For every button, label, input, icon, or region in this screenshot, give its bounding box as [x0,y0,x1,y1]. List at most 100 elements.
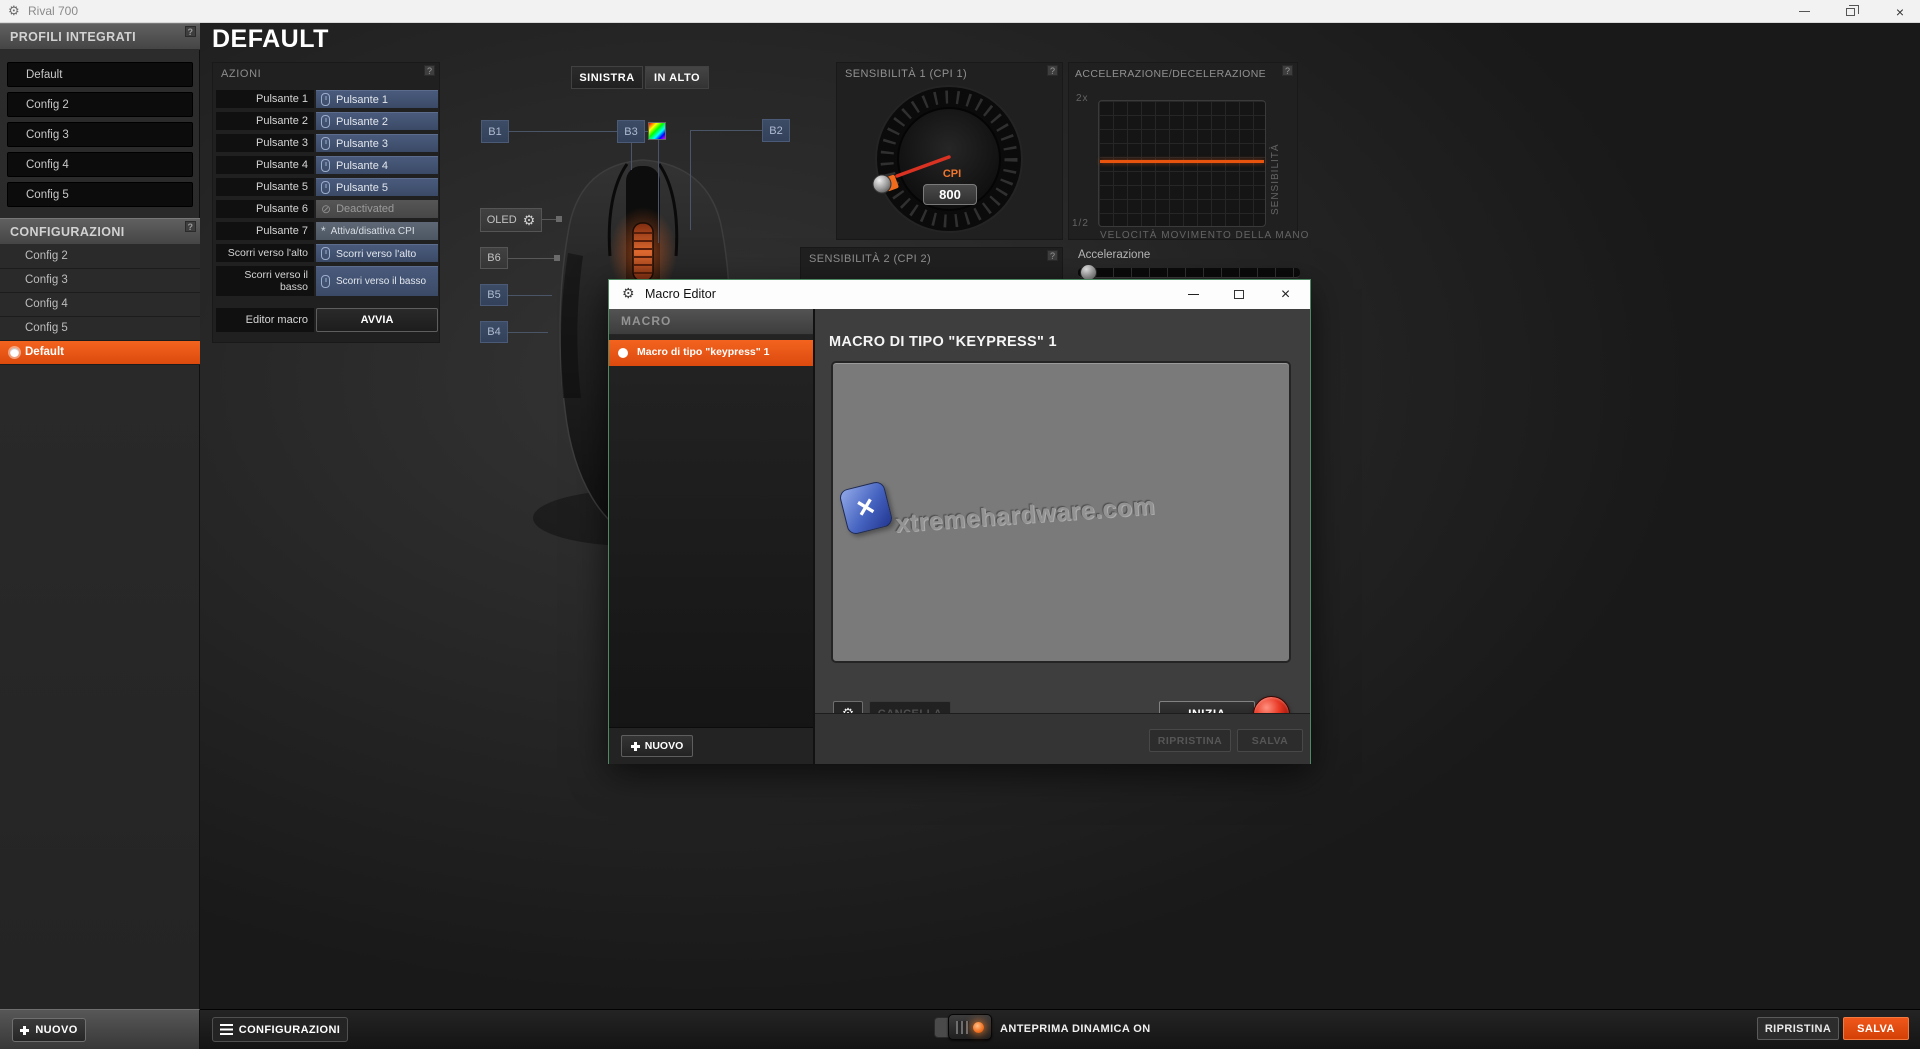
close-icon: × [1896,4,1904,20]
profiles-header: PROFILI INTEGRATI ? [0,23,200,50]
action-binding[interactable]: Pulsante 4 [316,156,438,174]
action-binding[interactable]: Pulsante 2 [316,112,438,130]
profile-item-config4[interactable]: Config 4 [7,152,193,177]
page-title: DEFAULT [212,25,329,54]
dialog-minimize-button[interactable] [1171,280,1216,309]
macro-list-item-selected[interactable]: Macro di tipo "keypress" 1 [609,340,813,366]
action-binding[interactable]: Pulsante 1 [316,90,438,108]
button-label-b3[interactable]: B3 [617,120,645,143]
config-item-config5[interactable]: Config 5 [0,317,200,341]
selected-config-label: Default [25,346,64,358]
config-item-default-selected[interactable]: Default [0,341,200,365]
watermark-text: xtremehardware.com [894,492,1156,539]
help-icon[interactable]: ? [1282,65,1293,76]
new-macro-button[interactable]: NUOVO [621,735,693,757]
profile-item-config5[interactable]: Config 5 [7,182,193,207]
action-binding[interactable]: Pulsante 3 [316,134,438,152]
macro-editor-heading: MACRO DI TIPO "KEYPRESS" 1 [829,334,1057,350]
connector-line [508,295,552,296]
close-button[interactable]: × [1880,0,1920,23]
new-profile-label: NUOVO [35,1024,77,1036]
profile-item-default[interactable]: Default [7,62,193,87]
gear-icon[interactable]: ⚙ [523,212,536,229]
help-icon[interactable]: ? [1047,250,1058,261]
grip-icon [956,1021,969,1034]
button-label-b4[interactable]: B4 [480,321,508,343]
help-icon[interactable]: ? [1047,65,1058,76]
acceleration-slider-label: Accelerazione [1078,249,1150,261]
y-axis-label: SENSIBILITÀ [1270,115,1281,215]
config-item-config4[interactable]: Config 4 [0,293,200,317]
sidebar: PROFILI INTEGRATI ? Default Config 2 Con… [0,23,200,1009]
tab-sinistra[interactable]: SINISTRA [571,66,643,89]
macro-content-area[interactable]: × xtremehardware.com [831,361,1291,663]
button-label-b2[interactable]: B2 [762,119,790,142]
actions-panel-title: AZIONI [221,68,261,80]
minimize-icon [1799,11,1810,12]
action-binding[interactable]: Scorri verso l'alto [316,244,438,262]
sensitivity2-title: SENSIBILITÀ 2 (CPI 2) [809,253,931,265]
dialog-save-button[interactable]: SALVA [1237,729,1303,752]
acceleration-title: ACCELERAZIONE/DECELERAZIONE [1075,68,1266,80]
configurations-button[interactable]: CONFIGURAZIONI [212,1017,348,1042]
acceleration-slider[interactable] [1078,268,1300,278]
cpi-value[interactable]: 800 [923,184,977,205]
profile-item-config2[interactable]: Config 2 [7,92,193,117]
tab-in-alto[interactable]: IN ALTO [645,66,709,89]
profile-item-config3[interactable]: Config 3 [7,122,193,147]
acceleration-graph[interactable] [1098,100,1266,227]
mouse-icon [321,181,330,194]
action-binding[interactable]: Pulsante 5 [316,178,438,196]
watermark-logo-icon: × [838,480,894,536]
app-window: ⚙ Rival 700 × PROFILI INTEGRATI ? Defaul… [0,0,1920,1049]
action-binding[interactable]: Scorri verso il basso [316,266,438,296]
dialog-close-button[interactable]: × [1261,280,1310,309]
action-label: Scorri verso l'alto [216,244,314,262]
action-binding-cpi-toggle[interactable]: *Attiva/disattiva CPI [316,222,438,240]
connector-line [690,130,762,131]
cpi-unit-label: CPI [930,168,974,180]
action-binding-label: Deactivated [336,203,394,215]
action-binding-label: Pulsante 5 [336,182,388,194]
cpi-dial[interactable] [874,84,1024,234]
restore-icon [1846,8,1855,16]
deactivated-icon: ⊘ [321,202,331,216]
steelseries-logo-icon: ⚙ [622,285,635,302]
macro-dot-icon [618,348,628,358]
action-binding-deactivated[interactable]: ⊘ Deactivated [316,200,438,218]
button-label-b1[interactable]: B1 [481,120,509,143]
action-binding-label: Pulsante 2 [336,116,388,128]
help-icon[interactable]: ? [185,26,196,37]
connector-end [556,216,562,222]
list-icon [220,1024,233,1035]
connector-line [508,258,556,259]
restore-button-bottom[interactable]: RIPRISTINA [1757,1017,1839,1040]
help-icon[interactable]: ? [185,221,196,232]
configs-header-label: CONFIGURAZIONI [10,225,125,239]
dialog-titlebar[interactable]: ⚙ Macro Editor × [609,280,1310,309]
new-profile-button[interactable]: NUOVO [12,1018,86,1042]
color-swatch-icon[interactable] [648,122,666,140]
close-icon: × [1281,286,1290,304]
macro-list-header: MACRO [609,309,813,335]
minimize-button[interactable] [1786,0,1822,23]
restore-button[interactable] [1832,0,1868,23]
preview-toggle[interactable] [948,1014,992,1040]
config-item-config3[interactable]: Config 3 [0,269,200,293]
connector-line [508,332,548,333]
config-item-config2[interactable]: Config 2 [0,245,200,269]
dialog-maximize-button[interactable] [1216,280,1261,309]
dialog-restore-button[interactable]: RIPRISTINA [1149,729,1231,752]
button-label-b5[interactable]: B5 [480,284,508,306]
mouse-icon [321,275,330,288]
oled-label[interactable]: OLED ⚙ [480,208,542,232]
help-icon[interactable]: ? [424,65,435,76]
avvia-button[interactable]: AVVIA [316,308,438,332]
mouse-icon [321,247,330,260]
dial-knob [873,175,891,193]
connector-line [658,131,659,243]
button-label-b6[interactable]: B6 [480,247,508,269]
radio-dot-icon [10,348,19,357]
action-label: Pulsante 2 [216,112,314,130]
save-button-bottom[interactable]: SALVA [1843,1017,1909,1040]
